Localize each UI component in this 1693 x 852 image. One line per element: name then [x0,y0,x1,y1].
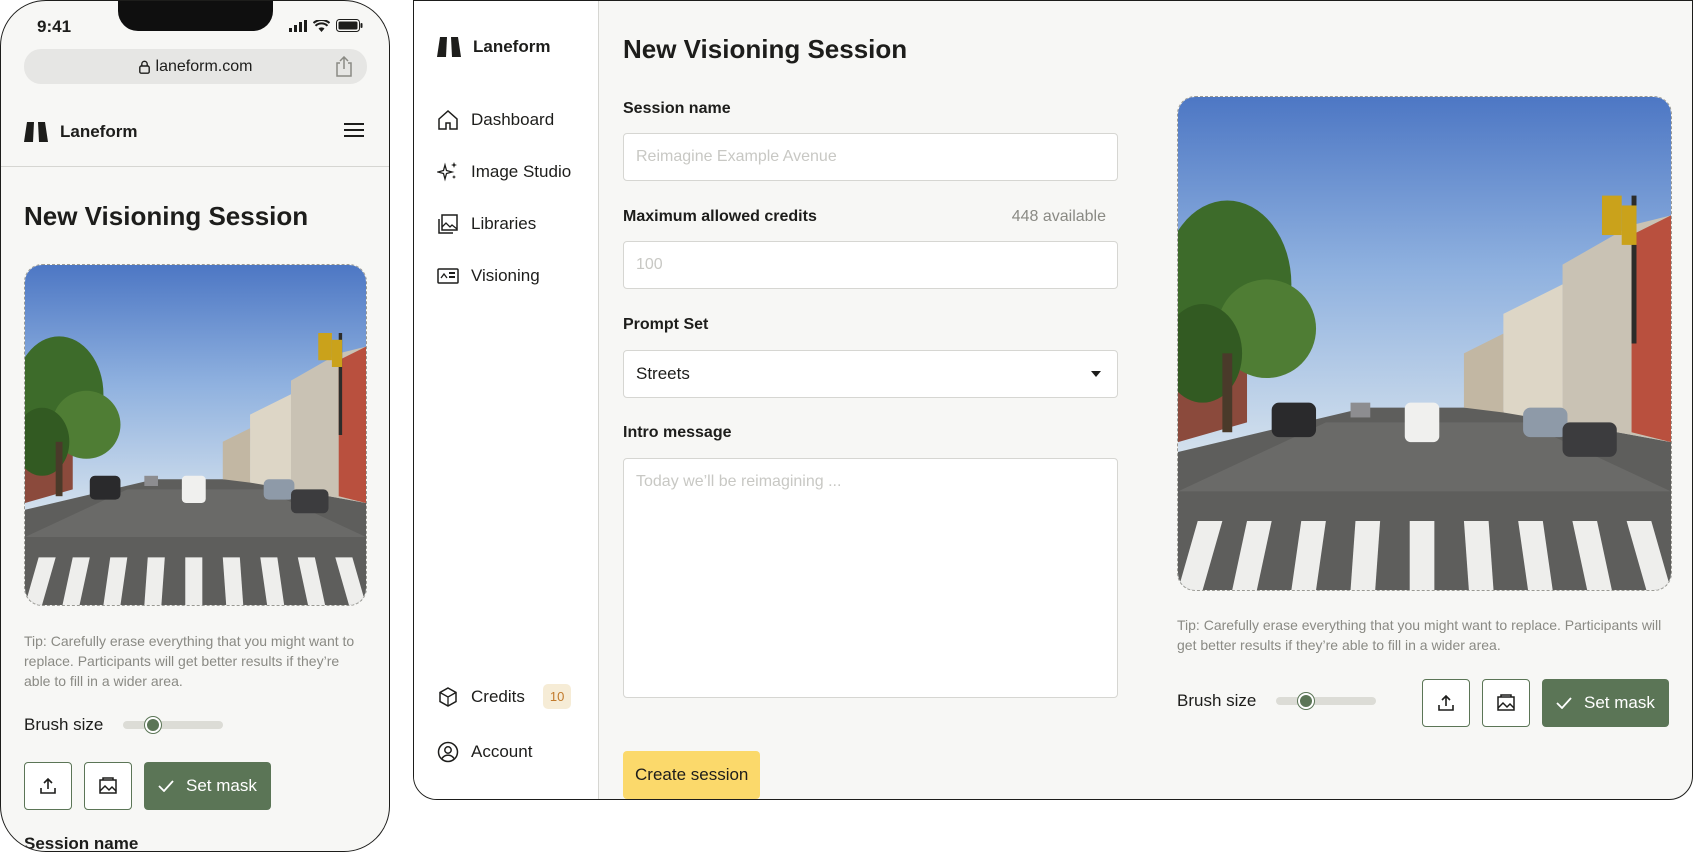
credits-badge: 10 [542,684,572,709]
user-circle-icon [437,741,459,763]
address-bar[interactable]: laneform.com [24,49,367,84]
upload-button[interactable] [24,762,72,810]
mobile-header: Laneform [1,97,389,167]
mask-canvas-image[interactable] [24,264,367,606]
mobile-preview: 9:41 laneform.com Laneform New Visioning… [0,0,390,852]
laneform-logo-icon [437,37,461,57]
prompt-set-value: Streets [636,364,690,383]
mobile-brand[interactable]: Laneform [24,121,138,142]
upload-button[interactable] [1422,679,1470,727]
sidebar-item-visioning[interactable]: Visioning [437,265,540,287]
brand-name: Laneform [60,121,138,141]
intro-message-label: Intro message [623,424,732,441]
credits-available: 448 available [1011,208,1106,225]
mask-toolbar: Set mask [1422,679,1669,727]
laneform-logo-icon [24,121,48,142]
hamburger-menu-icon[interactable] [344,122,364,138]
sidebar-item-label: Visioning [471,266,540,285]
sidebar-brand[interactable]: Laneform [437,37,550,57]
images-icon [437,213,459,235]
sidebar-item-account[interactable]: Account [437,741,532,763]
max-credits-input[interactable] [623,241,1118,289]
set-mask-button[interactable]: Set mask [1542,679,1669,727]
mask-tip: Tip: Carefully erase everything that you… [24,633,355,689]
sparkles-icon [437,161,459,183]
session-name-label: Session name [623,100,731,117]
upload-icon [1437,694,1455,712]
page-title: New Visioning Session [623,34,908,64]
sidebar-item-dashboard[interactable]: Dashboard [437,109,554,131]
brush-size-slider[interactable] [123,717,224,733]
create-session-button[interactable]: Create session [623,751,761,799]
mask-tip: Tip: Carefully erase everything that you… [1177,617,1662,653]
sidebar-item-label: Libraries [471,214,537,233]
set-mask-label: Set mask [1584,693,1655,712]
sidebar-item-label: Account [471,742,533,761]
status-time: 9:41 [37,17,72,36]
status-icons [289,19,363,32]
check-icon [1556,697,1572,709]
prompt-set-label: Prompt Set [623,316,709,333]
cube-icon [437,686,459,708]
visioning-icon [437,265,459,287]
sidebar-item-libraries[interactable]: Libraries [437,213,536,235]
max-credits-label: Maximum allowed credits [623,208,817,225]
mask-toolbar: Set mask [24,762,271,810]
phone-notch [118,1,273,31]
sidebar-item-label: Image Studio [471,162,572,181]
session-name-input[interactable] [623,133,1118,181]
desktop-preview: Laneform Dashboard Image Studio Librarie… [413,0,1693,800]
caret-down-icon [1091,371,1101,377]
brush-size-label: Brush size [24,715,104,734]
library-image-button[interactable] [1482,679,1530,727]
library-image-button[interactable] [84,762,132,810]
prompt-set-select[interactable]: Streets [623,350,1118,398]
brand-name: Laneform [473,37,551,56]
page-title: New Visioning Session [24,201,309,231]
brush-size-slider[interactable] [1276,693,1377,709]
mask-canvas-image[interactable] [1177,96,1672,591]
signal-icon [289,19,307,32]
set-mask-button[interactable]: Set mask [144,762,271,810]
session-name-label: Session name [24,834,139,852]
lock-icon [138,60,150,74]
upload-icon [39,777,57,795]
main-content: New Visioning Session Session name Maxim… [599,1,1692,799]
brush-size-control: Brush size [24,715,224,735]
intro-message-textarea[interactable] [623,458,1118,698]
share-icon[interactable] [335,56,353,77]
sidebar-item-label: Credits [471,686,525,706]
slider-knob[interactable] [145,717,162,733]
slider-knob[interactable] [1298,693,1315,709]
check-icon [158,780,174,792]
sidebar: Laneform Dashboard Image Studio Librarie… [414,1,599,799]
wifi-icon [313,19,330,32]
url-text: laneform.com [155,57,253,75]
battery-icon [336,19,363,32]
sidebar-item-image-studio[interactable]: Image Studio [437,161,571,183]
sidebar-item-credits[interactable]: Credits 10 [437,684,572,709]
home-icon [437,109,459,131]
brush-size-control: Brush size [1177,691,1377,711]
sidebar-item-label: Dashboard [471,110,555,129]
image-library-icon [98,777,118,795]
set-mask-label: Set mask [186,776,257,795]
brush-size-label: Brush size [1177,691,1257,710]
image-library-icon [1496,694,1516,712]
